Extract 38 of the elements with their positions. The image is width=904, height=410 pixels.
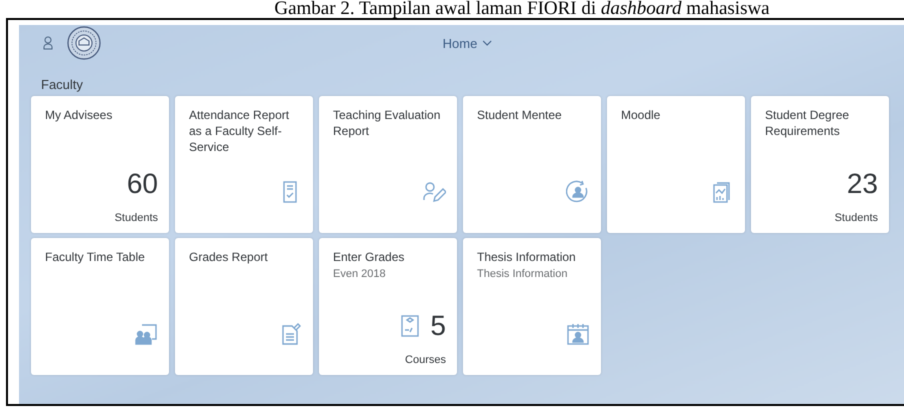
people-board-icon (134, 322, 158, 346)
tile-title: Enter Grades (333, 249, 406, 265)
tile-subtitle: Thesis Information (477, 268, 568, 280)
tile-unit: Students (834, 212, 878, 224)
tile-number: 5 (430, 310, 446, 342)
app-tile[interactable]: Attendance Report as a Faculty Self-Service (175, 96, 313, 233)
tile-number: 60 (126, 168, 158, 200)
tile-title: Attendance Report as a Faculty Self-Service (189, 107, 290, 155)
app-tile[interactable]: Student Mentee (463, 96, 601, 233)
app-tile[interactable]: Moodle (607, 96, 745, 233)
tile-title: Faculty Time Table (45, 249, 146, 265)
app-tile[interactable]: Enter Grades Even 2018 5 Courses (319, 238, 457, 375)
tile-title: Student Degree Requirements (765, 107, 850, 139)
app-tile[interactable]: Grades Report (175, 238, 313, 375)
app-tile[interactable]: Teaching Evaluation Report (319, 96, 457, 233)
tile-title: Thesis Information (477, 249, 577, 265)
app-tile[interactable]: Faculty Time Table (31, 238, 169, 375)
tile-title: Grades Report (189, 249, 269, 265)
seal-logo-icon (67, 26, 101, 60)
tile-number: 23 (846, 168, 878, 200)
tile-title: Teaching Evaluation Report (333, 107, 442, 139)
app-tile[interactable]: Student Degree Requirements 23 Students (751, 96, 889, 233)
group-title: Faculty (40, 76, 84, 93)
tile-subtitle: Even 2018 (333, 268, 387, 280)
tile-title: Moodle (621, 107, 662, 123)
person-circle-icon (566, 180, 590, 204)
tile-unit: Students (114, 212, 158, 224)
tile-title: My Advisees (45, 107, 114, 123)
app-tile[interactable]: My Advisees 60 Students (31, 96, 169, 233)
chevron-down-icon (482, 40, 492, 46)
tile-unit: Courses (404, 354, 446, 366)
figure-caption: Gambar 2. Tampilan awal laman FIORI di dashboard mahasiswa (273, 0, 771, 18)
user-icon[interactable] (43, 36, 53, 50)
home-menu-button[interactable]: Home (438, 34, 496, 52)
person-pen-icon (422, 180, 446, 204)
app-tile[interactable]: Thesis Information Thesis Information (463, 238, 601, 375)
tile-title: Student Mentee (477, 107, 563, 123)
calendar-person-icon (566, 322, 590, 346)
